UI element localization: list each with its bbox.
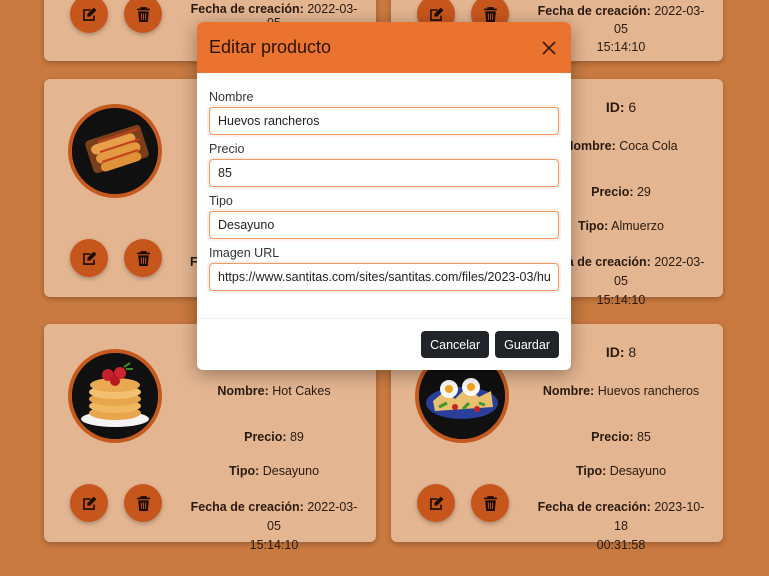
modal-header: Editar producto: [197, 22, 571, 73]
precio-label: Precio: [209, 142, 245, 156]
tipo-input[interactable]: [209, 211, 559, 239]
tipo-label: Tipo: [209, 194, 233, 208]
close-button[interactable]: [539, 38, 559, 58]
modal-title: Editar producto: [209, 37, 332, 57]
close-icon: [542, 40, 556, 55]
imagen-url-input[interactable]: [209, 263, 559, 291]
cancel-button[interactable]: Cancelar: [421, 331, 490, 358]
save-button[interactable]: Guardar: [495, 331, 559, 358]
modal-footer: Cancelar Guardar: [197, 318, 571, 370]
imagen-url-label: Imagen URL: [209, 246, 280, 260]
nombre-input[interactable]: [209, 107, 559, 135]
modal-body: Nombre Precio Tipo Imagen URL: [197, 73, 571, 295]
nombre-label: Nombre: [209, 90, 254, 104]
precio-input[interactable]: [209, 159, 559, 187]
edit-product-modal: Editar producto Nombre Precio Tipo Image…: [197, 22, 571, 370]
